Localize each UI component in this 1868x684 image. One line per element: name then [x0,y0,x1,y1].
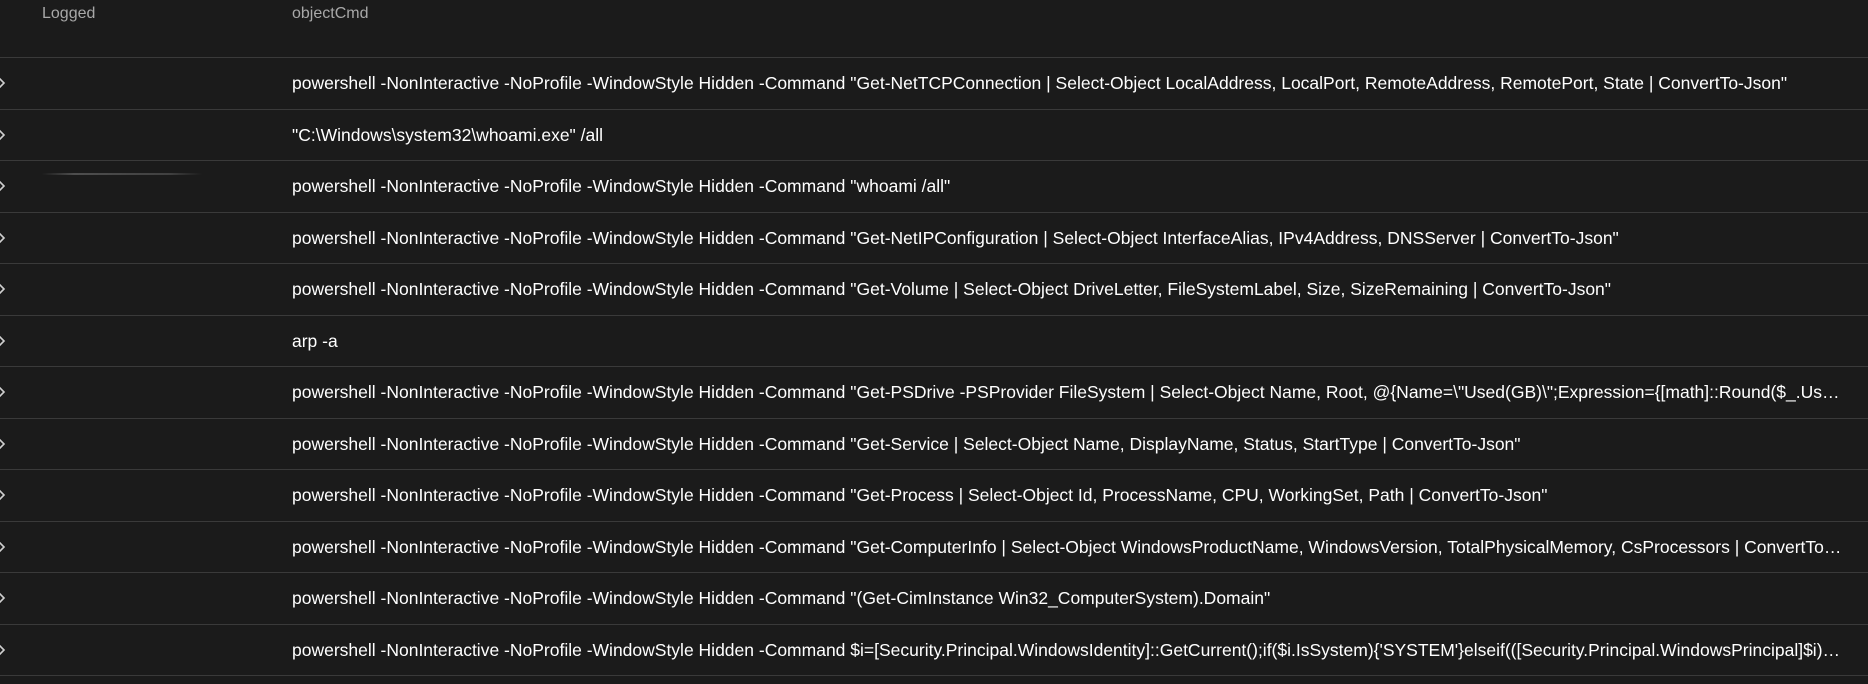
objectcmd-cell: powershell -NonInteractive -NoProfile -W… [292,176,951,197]
table-row[interactable]: powershell -NonInteractive -NoProfile -W… [0,625,1868,676]
table-row[interactable]: powershell -NonInteractive -NoProfile -W… [0,161,1868,213]
table-row[interactable]: powershell -NonInteractive -NoProfile -W… [0,213,1868,264]
objectcmd-cell: powershell -NonInteractive -NoProfile -W… [292,227,1619,248]
chevron-right-icon[interactable] [0,435,8,453]
chevron-right-icon[interactable] [0,280,8,298]
table-row[interactable]: powershell -NonInteractive -NoProfile -W… [0,419,1868,470]
table-row[interactable]: powershell -NonInteractive -NoProfile -W… [0,58,1868,110]
objectcmd-cell: powershell -NonInteractive -NoProfile -W… [292,73,1788,94]
chevron-right-icon[interactable] [0,332,8,350]
chevron-right-icon[interactable] [0,641,8,659]
chevron-right-icon[interactable] [0,126,8,144]
column-header-logged[interactable]: Logged [42,5,95,23]
objectcmd-cell: "C:\Windows\system32\whoami.exe" /all [292,124,604,145]
table-row[interactable]: powershell -NonInteractive -NoProfile -W… [0,264,1868,316]
objectcmd-cell: powershell -NonInteractive -NoProfile -W… [292,536,1843,557]
objectcmd-cell: powershell -NonInteractive -NoProfile -W… [292,588,1271,609]
table-row[interactable]: powershell -NonInteractive -NoProfile -W… [0,522,1868,573]
chevron-right-icon[interactable] [0,229,8,247]
chevron-right-icon[interactable] [0,177,8,195]
objectcmd-cell: powershell -NonInteractive -NoProfile -W… [292,485,1548,506]
redacted-timestamp [42,173,202,175]
table-row[interactable]: arp -a [0,316,1868,367]
table-row[interactable]: powershell -NonInteractive -NoProfile -W… [0,470,1868,522]
table-row[interactable]: powershell -NonInteractive -NoProfile -W… [0,573,1868,625]
grid-header: Logged objectCmd [0,0,1868,58]
chevron-right-icon[interactable] [0,538,8,556]
table-row[interactable]: powershell -NonInteractive -NoProfile -W… [0,367,1868,419]
column-header-objectcmd[interactable]: objectCmd [292,5,368,23]
chevron-right-icon[interactable] [0,383,8,401]
chevron-right-icon[interactable] [0,74,8,92]
objectcmd-cell: powershell -NonInteractive -NoProfile -W… [292,279,1611,300]
chevron-right-icon[interactable] [0,486,8,504]
chevron-right-icon[interactable] [0,589,8,607]
objectcmd-cell: powershell -NonInteractive -NoProfile -W… [292,382,1843,403]
objectcmd-cell: arp -a [292,330,338,351]
results-grid: Logged objectCmd powershell -NonInteract… [0,0,1868,684]
table-row[interactable]: "C:\Windows\system32\whoami.exe" /all [0,110,1868,161]
objectcmd-cell: powershell -NonInteractive -NoProfile -W… [292,433,1521,454]
objectcmd-cell: powershell -NonInteractive -NoProfile -W… [292,639,1843,660]
